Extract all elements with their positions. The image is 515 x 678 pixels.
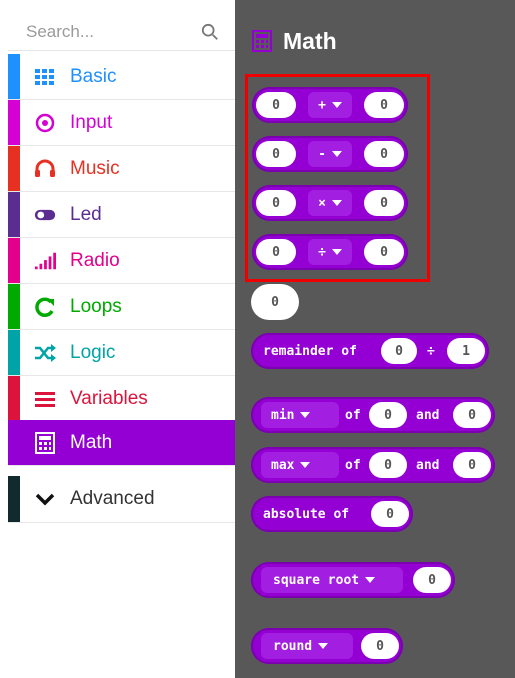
- selection-highlight: [245, 74, 430, 282]
- function-dropdown[interactable]: square root: [261, 567, 403, 593]
- category-variables[interactable]: Variables: [8, 376, 235, 422]
- search-box[interactable]: Search...: [8, 0, 235, 51]
- caret-down-icon: [300, 462, 311, 468]
- category-logic[interactable]: Logic: [8, 330, 235, 376]
- number-input[interactable]: 0: [453, 402, 491, 428]
- toggle-icon: [34, 209, 56, 221]
- function-dropdown[interactable]: round: [261, 633, 353, 659]
- category-stripe: [8, 192, 20, 237]
- caret-down-icon: [365, 577, 376, 583]
- number-block[interactable]: 0: [251, 284, 299, 320]
- function-dropdown[interactable]: max: [261, 452, 339, 478]
- category-label: Music: [70, 158, 120, 179]
- number-input[interactable]: 0: [369, 402, 407, 428]
- category-basic[interactable]: Basic: [8, 54, 235, 100]
- category-stripe: [8, 284, 20, 329]
- chevron-down-icon: [35, 493, 55, 506]
- category-radio[interactable]: Radio: [8, 238, 235, 284]
- calculator-icon: [252, 30, 272, 52]
- category-stripe: [8, 54, 20, 99]
- grid-icon: [35, 69, 54, 85]
- number-input[interactable]: 0: [413, 567, 451, 593]
- block-max[interactable]: max of 0 and 0: [251, 447, 495, 483]
- category-label: Advanced: [70, 488, 155, 509]
- category-stripe: [8, 100, 20, 145]
- flyout-title: Math: [283, 28, 337, 54]
- category-label: Variables: [70, 388, 148, 409]
- block-remainder[interactable]: remainder of 0 ÷ 1: [251, 333, 489, 369]
- caret-down-icon: [300, 412, 311, 418]
- shuffle-icon: [35, 344, 56, 362]
- list-icon: [35, 392, 55, 407]
- calculator-icon: [35, 432, 55, 454]
- category-stripe: [8, 238, 20, 283]
- refresh-icon: [35, 297, 54, 317]
- block-absolute[interactable]: absolute of 0: [251, 496, 413, 532]
- function-label: min: [271, 407, 295, 423]
- category-music[interactable]: Music: [8, 146, 235, 192]
- category-math[interactable]: Math: [8, 420, 235, 466]
- signal-bars-icon: [34, 252, 56, 270]
- category-advanced[interactable]: Advanced: [8, 476, 235, 523]
- category-label: Led: [70, 204, 102, 225]
- category-stripe: [8, 330, 20, 375]
- category-label: Math: [70, 432, 113, 453]
- number-input[interactable]: 1: [447, 338, 485, 364]
- toolbox: Search... Basic Input Music Led Radio Lo…: [0, 0, 235, 678]
- caret-down-icon: [318, 643, 329, 649]
- function-label: round: [273, 638, 313, 654]
- search-input[interactable]: Search...: [26, 22, 94, 42]
- number-input[interactable]: 0: [369, 452, 407, 478]
- block-label: and: [416, 408, 440, 423]
- category-label: Basic: [70, 66, 117, 87]
- category-stripe: [8, 146, 20, 191]
- block-min[interactable]: min of 0 and 0: [251, 397, 495, 433]
- function-dropdown[interactable]: min: [261, 402, 339, 428]
- category-label: Logic: [70, 342, 116, 363]
- block-label: remainder of: [263, 344, 357, 359]
- category-stripe: [8, 420, 20, 465]
- number-input[interactable]: 0: [371, 501, 409, 527]
- function-label: square root: [273, 572, 360, 588]
- category-stripe: [8, 476, 20, 522]
- category-label: Radio: [70, 250, 120, 271]
- function-label: max: [271, 457, 295, 473]
- divide-symbol: ÷: [427, 344, 435, 359]
- category-led[interactable]: Led: [8, 192, 235, 238]
- headphones-icon: [35, 159, 55, 177]
- category-label: Loops: [70, 296, 122, 317]
- block-label: of: [345, 408, 361, 423]
- block-label: and: [416, 458, 440, 473]
- number-input[interactable]: 0: [453, 452, 491, 478]
- target-icon: [35, 113, 55, 133]
- block-label: of: [345, 458, 361, 473]
- number-input[interactable]: 0: [381, 338, 417, 364]
- number-input[interactable]: 0: [361, 633, 399, 659]
- category-stripe: [8, 376, 20, 421]
- block-label: absolute of: [263, 507, 350, 522]
- search-icon[interactable]: [201, 23, 219, 41]
- category-input[interactable]: Input: [8, 100, 235, 146]
- block-round[interactable]: round 0: [251, 628, 403, 664]
- category-loops[interactable]: Loops: [8, 284, 235, 330]
- category-label: Input: [70, 112, 113, 133]
- block-square-root[interactable]: square root 0: [251, 562, 455, 598]
